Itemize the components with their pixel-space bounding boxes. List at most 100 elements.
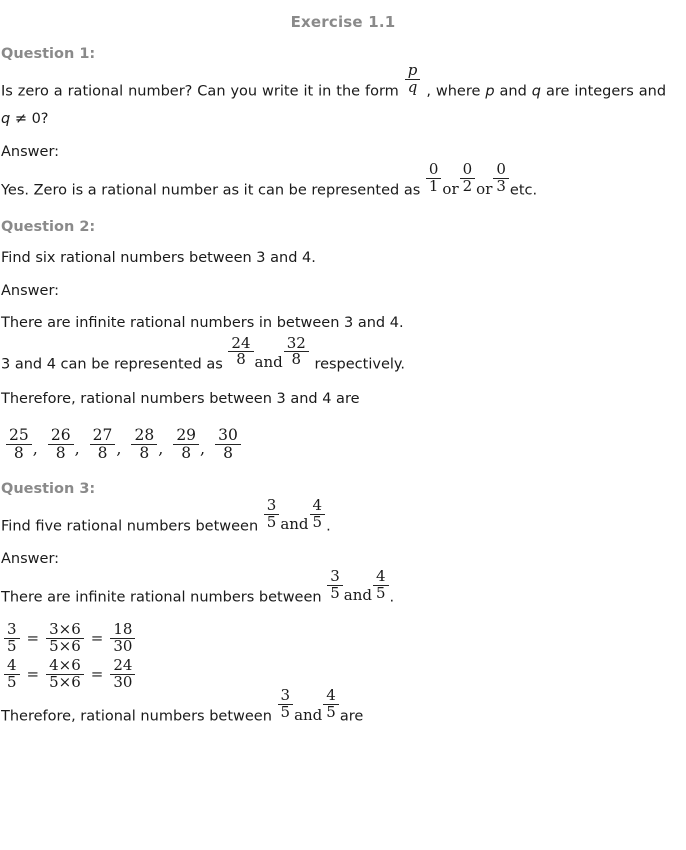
fraction-3-5: 35 — [263, 495, 280, 531]
fraction-numerator: 28 — [134, 426, 155, 445]
equals-sign: = — [90, 629, 104, 648]
fraction-denominator: 5 — [372, 584, 389, 602]
equals-sign: = — [26, 629, 40, 648]
fraction-denominator: 2 — [459, 178, 476, 195]
q1-fraction-p-over-q: p q — [404, 62, 427, 99]
question-1-prompt: Is zero a rational number? Can you write… — [0, 62, 667, 133]
q1-variable-q-2: q — [1, 111, 11, 128]
fraction-numerator: 0 — [462, 160, 473, 179]
fraction-denominator: 8 — [215, 443, 241, 461]
fraction-3-5: 35 — [4, 620, 20, 655]
fraction-numerator: 29 — [176, 426, 197, 445]
fraction-denominator: 5×6 — [46, 637, 84, 655]
fraction-denominator: 8 — [228, 351, 254, 368]
q3-prompt-text-1: Find five rational numbers between — [1, 518, 259, 534]
question-2-prompt: Find six rational numbers between 3 and … — [1, 249, 316, 266]
fraction-numerator: 4 — [326, 686, 336, 705]
fraction-26-8: 26 8 — [47, 426, 74, 461]
q2-connector-and: and — [254, 352, 283, 371]
fraction-denominator: 8 — [283, 351, 309, 368]
fraction-25-8: 25 8 — [6, 427, 32, 461]
q1-zero-fractions: 0 1 or 0 2 or 0 3 — [425, 162, 510, 199]
q3-closing-connector-and: and — [294, 705, 323, 724]
fraction-denominator: 1 — [425, 178, 442, 195]
question-1-answer: Yes. Zero is a rational number as it can… — [0, 162, 686, 204]
question-2-result-fractions: 25 8, 26 8, 27 8, 28 8, 29 8, 30 8 — [0, 413, 686, 467]
fraction-3-5: 35 — [277, 686, 294, 721]
q3-closing-text-1: Therefore, rational numbers between — [1, 708, 272, 725]
fraction-numerator: 3 — [7, 620, 17, 638]
fraction-denominator: 30 — [110, 673, 136, 691]
fraction-0-2: 02 — [459, 160, 476, 195]
fraction-numerator: 0 — [428, 160, 439, 179]
q1-prompt-text-1: Is zero a rational number? Can you write… — [1, 83, 399, 100]
fraction-32-8: 32 8 — [283, 333, 309, 369]
question-1-answer-label: Answer: — [1, 144, 60, 161]
fraction-numerator: 24 — [113, 656, 133, 674]
fraction-separator: , — [32, 439, 38, 459]
fraction-24-8: 24 8 — [228, 335, 254, 369]
equals-sign: = — [26, 665, 40, 684]
q1-prompt-text-3: and — [499, 83, 527, 100]
fraction-numerator: p — [407, 61, 418, 80]
question-2-answer-line-1: There are infinite rational numbers in b… — [1, 314, 404, 331]
fraction-4-5: 45 — [309, 495, 326, 531]
fraction-29-8: 29 8 — [173, 426, 200, 461]
fraction-denominator: 8 — [47, 443, 74, 461]
q3-closing-fractions: 3 5 and 4 5 — [277, 688, 340, 725]
q2-line2-text-2: respectively. — [314, 355, 406, 372]
fraction-denominator: 30 — [110, 637, 136, 655]
fraction-denominator: 5 — [309, 513, 326, 531]
fraction-denominator: 5 — [277, 704, 294, 721]
fraction-numerator: 32 — [286, 333, 306, 352]
q3-line1-connector-and: and — [343, 586, 372, 605]
fraction-denominator: 8 — [173, 443, 200, 461]
q2-line2-text-1: 3 and 4 can be represented as — [1, 355, 223, 372]
fraction-4-5: 45 — [323, 688, 339, 721]
fraction-numerator: 4×6 — [49, 656, 81, 674]
fraction-numerator: 4 — [312, 495, 323, 514]
q1-prompt-text-4: are integers and — [545, 83, 667, 100]
fraction-27-8: 27 8 — [89, 427, 116, 461]
fraction-denominator: 5 — [4, 673, 20, 691]
fraction-denominator: q — [404, 78, 421, 96]
question-3-equations: 3 5 = 3×6 5×6 = 18 30 4 5 = 4×6 5×6 = 24 30 — [0, 611, 686, 691]
fraction-denominator: 5 — [263, 513, 280, 531]
q3-line1-text-1: There are infinite rational numbers betw… — [1, 589, 322, 606]
fraction-separator: , — [74, 439, 80, 459]
fraction-numerator: 3 — [280, 686, 291, 705]
question-2-answer-label: Answer: — [1, 282, 60, 299]
q3-prompt-text-2: . — [326, 518, 331, 534]
q1-connector-or-2: or — [476, 179, 493, 198]
q2-fractions-24-32: 24 8 and 32 8 — [227, 335, 309, 372]
question-3-heading: Question 3: — [1, 480, 96, 497]
q1-prompt-text-2: , where — [426, 83, 481, 100]
q3-closing-text-2: are — [339, 708, 364, 725]
question-3-closing-line: Therefore, rational numbers between 3 5 an… — [0, 688, 686, 730]
fraction-30-8: 30 8 — [215, 427, 241, 461]
fraction-3-5: 35 — [327, 568, 343, 602]
question-2-answer-line-3: Therefore, rational numbers between 3 an… — [1, 390, 360, 407]
fraction-numerator: 3×6 — [49, 620, 81, 638]
fraction-denominator: 5 — [327, 584, 343, 602]
page-title: Exercise 1.1 — [290, 13, 396, 31]
fraction-4-5: 45 — [372, 567, 389, 602]
fraction-0-1: 01 — [425, 160, 442, 195]
q1-variable-q: q — [531, 83, 541, 100]
fraction-numerator: 3 — [266, 495, 277, 514]
fraction-p-q: p q — [404, 61, 421, 96]
fraction-denominator: 8 — [131, 443, 158, 461]
question-2-heading: Question 2: — [1, 218, 96, 235]
question-1-heading: Question 1: — [1, 46, 96, 62]
fraction-numerator: 4 — [375, 567, 386, 586]
fraction-numerator: 0 — [496, 160, 506, 179]
fraction-denominator: 8 — [6, 443, 32, 461]
equation-row-2: 4 5 = 4×6 5×6 = 24 30 — [2, 655, 686, 691]
fraction-numerator: 26 — [50, 426, 71, 445]
fraction-24-30: 24 30 — [110, 656, 136, 691]
fraction-denominator: 5×6 — [46, 673, 84, 691]
question-3-answer-line-1: There are infinite rational numbers betw… — [0, 567, 686, 611]
fraction-numerator: 25 — [9, 426, 29, 445]
fraction-numerator: 4 — [7, 656, 17, 674]
equals-sign: = — [90, 665, 104, 684]
